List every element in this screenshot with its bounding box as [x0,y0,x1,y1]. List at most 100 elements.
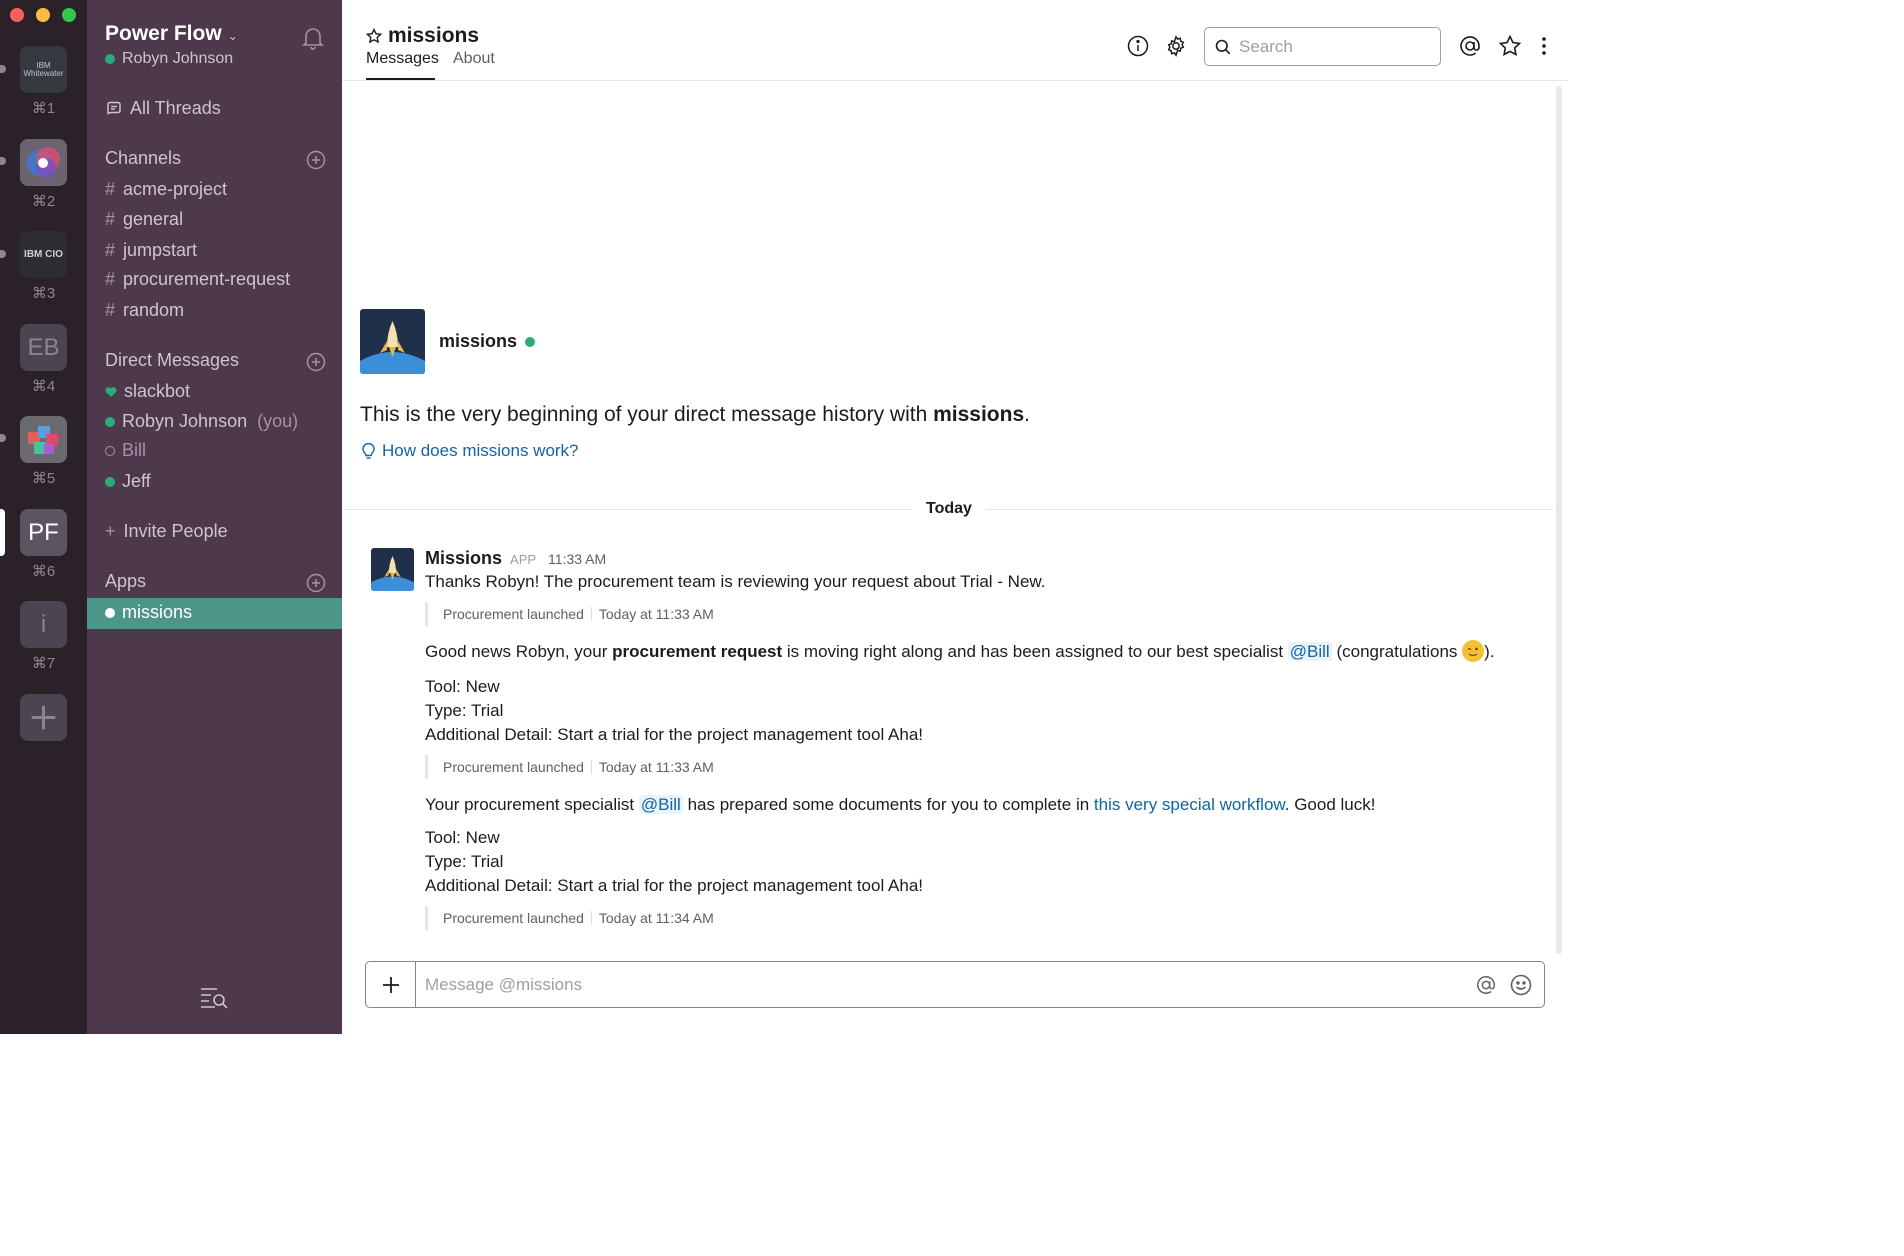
context-time[interactable]: Today at 11:33 AM [599,606,714,622]
message-input[interactable] [425,974,1474,995]
current-user[interactable]: Robyn Johnson [105,50,233,68]
add-dm-icon[interactable] [306,352,326,372]
channels-header[interactable]: Channels [105,148,181,169]
window-zoom-button[interactable] [62,8,76,22]
sidebar-dm-slackbot[interactable]: slackbot [105,381,190,402]
attach-button[interactable] [366,962,416,1007]
context-time[interactable]: Today at 11:33 AM [599,759,714,775]
channel-name: acme-project [123,179,228,199]
sidebar-dm-robyn-johnson[interactable]: Robyn Johnson (you) [105,411,298,432]
user-mention[interactable]: @Bill [638,795,683,814]
presence-online-icon [105,54,115,64]
window-minimize-button[interactable] [36,8,50,22]
starred-items-icon[interactable] [1498,34,1522,58]
sidebar: Power Flow ⌄ Robyn Johnson All Threads Ch… [87,0,342,1034]
search-box[interactable] [1204,27,1441,66]
hash-icon: # [105,209,116,229]
sidebar-dm-jeff[interactable]: Jeff [105,471,151,492]
intro-text: This is the very beginning of your direc… [360,403,1030,427]
news-post-close: ). [1484,642,1495,661]
user-mention[interactable]: @Bill [1287,642,1332,661]
scrollbar[interactable] [1556,86,1562,954]
app-name: missions [122,602,193,622]
workspace-shortcut: ⌘6 [31,563,56,580]
star-icon[interactable] [366,28,382,44]
info-icon[interactable] [1126,34,1150,58]
workspace-ibm-whitewater[interactable]: IBM Whitewater [20,46,67,93]
channel-name: jumpstart [123,240,198,260]
team-menu[interactable]: Power Flow ⌄ [105,22,238,46]
direct-messages-header[interactable]: Direct Messages [105,350,239,371]
add-channel-icon[interactable] [306,150,326,170]
invite-people-link[interactable]: + Invite People [105,521,228,542]
search-icon [1215,39,1231,54]
more-options-icon[interactable] [1532,34,1556,58]
unread-indicator [0,157,6,165]
workspace-2[interactable] [20,139,67,186]
emoji-picker-icon[interactable] [1509,973,1533,997]
workspace-rail: IBM Whitewater ⌘1 ⌘2 IBM CIO ⌘3 EB ⌘4 ⌘5 [0,0,87,1034]
docs-mid: has prepared some documents for you to c… [687,795,1090,814]
intro-text-suffix: . [1024,403,1030,426]
add-workspace-button[interactable] [20,694,67,741]
sidebar-channel-procurement-request[interactable]: # procurement-request [105,269,290,290]
hash-icon: # [105,300,116,320]
intro-text-prefix: This is the very beginning of your direc… [360,403,928,426]
unread-indicator [0,434,6,442]
gear-icon[interactable] [1164,34,1188,58]
how-does-missions-work-link[interactable]: How does missions work? [362,441,579,461]
tab-about[interactable]: About [453,50,495,68]
workspace-logo-icon [27,147,60,178]
intro-app-name[interactable]: missions [439,331,536,352]
chevron-down-icon: ⌄ [227,29,238,43]
context-time[interactable]: Today at 11:34 AM [599,910,714,926]
search-input[interactable] [1239,36,1429,57]
dm-name: Bill [122,440,147,460]
apps-header[interactable]: Apps [105,571,146,592]
workspace-5[interactable] [20,416,67,463]
presence-online-icon [105,607,115,618]
window-close-button[interactable] [10,8,24,22]
quick-switcher-icon[interactable] [199,985,229,1014]
sidebar-app-missions[interactable]: missions [105,602,192,623]
workspace-shortcut: ⌘1 [31,100,56,117]
mention-icon[interactable] [1474,973,1498,997]
plus-icon: + [105,521,116,541]
message: Missions APP 11:33 AM Thanks Robyn! The … [425,548,1535,930]
message-timestamp[interactable]: 11:33 AM [548,551,606,567]
invite-label: Invite People [123,521,228,541]
dm-name: Robyn Johnson [122,411,248,431]
sidebar-channel-jumpstart[interactable]: # jumpstart [105,240,197,261]
lightbulb-icon [362,442,375,459]
bell-icon[interactable] [302,26,324,55]
tab-messages[interactable]: Messages [366,50,439,68]
workspace-i[interactable]: i [20,601,67,648]
message-sender[interactable]: Missions [425,548,502,569]
add-app-icon[interactable] [306,573,326,593]
workspace-shortcut: ⌘7 [31,655,56,672]
unread-indicator [0,250,6,258]
sidebar-channel-general[interactable]: # general [105,209,183,230]
dm-you-suffix: (you) [257,411,299,431]
workspace-ibm-cio[interactable]: IBM CIO [20,231,67,278]
message-avatar[interactable] [371,548,414,591]
workspace-eb[interactable]: EB [20,324,67,371]
message-context: Procurement launched Today at 11:34 AM [425,906,1535,930]
workspace-shortcut: ⌘5 [31,470,56,487]
workspace-shortcut: ⌘2 [31,193,56,210]
presence-away-icon [105,445,115,456]
workspace-label: i [40,610,47,638]
sidebar-channel-random[interactable]: # random [105,300,184,321]
app-badge: APP [510,552,537,567]
workspace-power-flow[interactable]: PF [20,509,67,556]
message-text: Thanks Robyn! The procurement team is re… [425,572,1046,591]
all-threads-link[interactable]: All Threads [105,98,221,119]
mentions-icon[interactable] [1458,34,1482,58]
sidebar-dm-bill[interactable]: Bill [105,440,146,461]
sidebar-channel-acme-project[interactable]: # acme-project [105,179,227,200]
type-line: Type: Trial [425,852,504,871]
workspace-label: EB [27,333,60,361]
workflow-link[interactable]: this very special workflow [1094,795,1285,814]
tool-line: Tool: New [425,677,500,696]
intro-name-label: missions [439,331,518,351]
